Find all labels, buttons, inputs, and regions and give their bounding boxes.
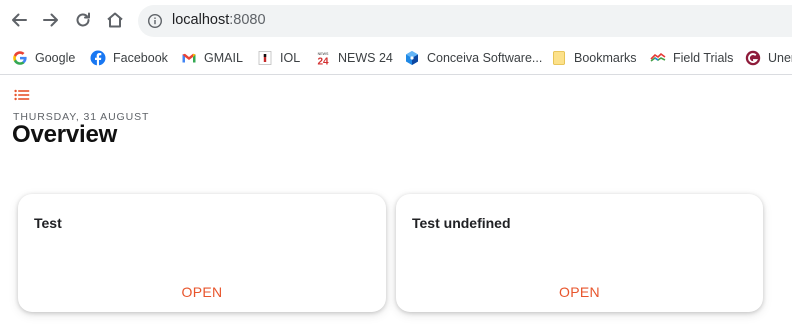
uner-icon — [745, 50, 761, 66]
bookmark-iol[interactable]: IOL — [257, 48, 300, 68]
facebook-icon — [90, 50, 106, 66]
google-icon — [12, 50, 28, 66]
bookmark-google[interactable]: Google — [12, 48, 75, 68]
card-test: Test OPEN — [18, 194, 386, 312]
bookmark-label: Uner — [768, 51, 792, 65]
bookmark-label: Google — [35, 51, 76, 65]
card-test-undefined: Test undefined OPEN — [396, 194, 763, 312]
card-title: Test — [34, 215, 62, 231]
url-text: localhost:8080 — [172, 12, 266, 28]
page-title: Overview — [12, 121, 118, 148]
svg-text:24: 24 — [317, 57, 329, 67]
back-button[interactable] — [8, 9, 30, 31]
address-bar[interactable]: localhost:8080 — [138, 5, 792, 37]
folder-icon — [551, 50, 567, 66]
bookmark-uner[interactable]: Uner — [745, 48, 792, 68]
gmail-icon — [181, 50, 197, 66]
bookmark-label: Conceiva Software... — [427, 51, 543, 65]
bookmark-label: GMAIL — [204, 51, 243, 65]
home-button[interactable] — [104, 9, 126, 31]
browser-toolbar: localhost:8080 — [0, 0, 792, 42]
open-button[interactable]: OPEN — [18, 284, 386, 300]
bookmark-facebook[interactable]: Facebook — [90, 48, 168, 68]
bookmark-conceiva[interactable]: Conceiva Software... — [404, 48, 542, 68]
bookmark-field-trials[interactable]: Field Trials — [650, 48, 733, 68]
url-host: localhost — [172, 12, 230, 28]
bookmark-label: Field Trials — [673, 51, 734, 65]
menu-list-icon[interactable] — [14, 88, 30, 102]
bookmark-label: NEWS 24 — [338, 51, 393, 65]
bookmark-folder[interactable]: Bookmarks — [551, 48, 637, 68]
bookmarks-bar: Google Facebook GMAIL IOL NEWS 24 NEWS 24… — [0, 42, 792, 75]
bookmark-label: Bookmarks — [574, 51, 637, 65]
forward-button[interactable] — [40, 9, 62, 31]
site-info-icon[interactable] — [147, 13, 163, 29]
reload-button[interactable] — [72, 9, 94, 31]
iol-icon — [257, 50, 273, 66]
bookmark-news24[interactable]: NEWS 24 NEWS 24 — [315, 48, 393, 68]
news24-icon: NEWS 24 — [315, 50, 331, 66]
bookmark-label: Facebook — [113, 51, 168, 65]
reload-icon — [76, 12, 90, 27]
back-arrow-icon — [12, 13, 27, 27]
bookmark-gmail[interactable]: GMAIL — [181, 48, 243, 68]
url-port: :8080 — [229, 12, 266, 28]
card-title: Test undefined — [412, 215, 511, 231]
forward-arrow-icon — [43, 13, 58, 27]
conceiva-icon — [404, 50, 420, 66]
home-icon — [107, 12, 123, 28]
open-button[interactable]: OPEN — [396, 284, 763, 300]
field-trials-icon — [650, 50, 666, 66]
bookmark-label: IOL — [280, 51, 301, 65]
